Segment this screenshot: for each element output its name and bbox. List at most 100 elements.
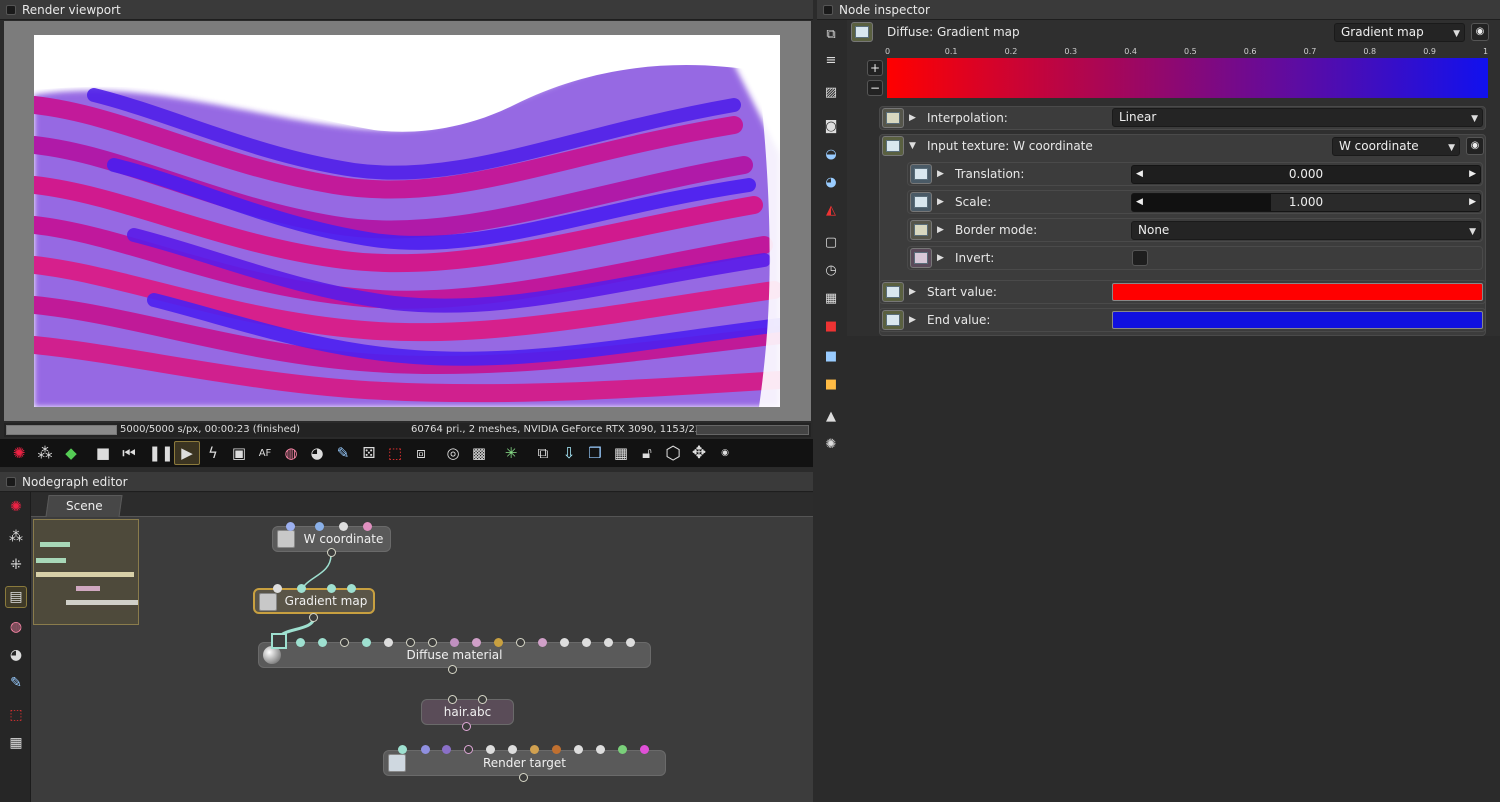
input-port[interactable] — [560, 638, 569, 647]
input-port[interactable] — [428, 638, 437, 647]
viewport-scrollbar[interactable] — [696, 425, 809, 435]
frame-icon[interactable]: ▢ — [821, 232, 841, 252]
checker-icon[interactable]: ▦ — [608, 441, 634, 465]
input-port[interactable] — [442, 745, 451, 754]
expand-arrow-icon[interactable]: ▶ — [909, 113, 919, 123]
input-port[interactable] — [340, 638, 349, 647]
connected-input-port[interactable] — [271, 633, 287, 649]
download-icon[interactable]: ⇩ — [556, 441, 582, 465]
cubes-icon[interactable]: ❒ — [582, 441, 608, 465]
stack-icon[interactable]: ⧉ — [530, 441, 556, 465]
spinner-icon[interactable]: ✳ — [498, 441, 524, 465]
play-icon[interactable]: ▶ — [174, 441, 200, 465]
render-icon[interactable]: ✺ — [6, 441, 32, 465]
dice-icon[interactable]: ⚄ — [356, 441, 382, 465]
sphere-env-icon[interactable]: ◕ — [821, 172, 841, 192]
input-port[interactable] — [450, 638, 459, 647]
lightning-icon[interactable]: ϟ — [200, 441, 226, 465]
square-icon[interactable]: ▩ — [466, 441, 492, 465]
af-icon[interactable]: AF — [252, 441, 278, 465]
region-node-icon[interactable]: ⬚ — [5, 704, 27, 726]
eye-icon[interactable]: ◉ — [1471, 23, 1489, 41]
input-port[interactable] — [486, 745, 495, 754]
invert-checkbox[interactable] — [1132, 250, 1148, 266]
texture-pin-icon[interactable] — [882, 282, 904, 302]
output-port[interactable] — [309, 613, 318, 622]
monitor-icon[interactable]: ▣ — [226, 441, 252, 465]
box-icon[interactable]: ⧈ — [408, 441, 434, 465]
border-mode-select[interactable]: None ▼ — [1131, 221, 1481, 240]
input-port[interactable] — [640, 745, 649, 754]
transform-pin-icon[interactable] — [910, 164, 932, 184]
sphere-icon[interactable]: ◕ — [304, 441, 330, 465]
node-pin-icon[interactable] — [851, 22, 873, 42]
cube-color-icon[interactable]: ◆ — [58, 441, 84, 465]
translation-slider[interactable]: ◀ 0.000 ▶ — [1131, 165, 1481, 184]
input-port[interactable] — [472, 638, 481, 647]
layers-icon[interactable]: ⧉ — [821, 24, 841, 44]
input-port[interactable] — [618, 745, 627, 754]
clock-icon[interactable]: ◷ — [821, 260, 841, 280]
panel-menu-icon[interactable] — [6, 476, 16, 487]
stop-icon[interactable]: ■ — [90, 441, 116, 465]
grid-node-icon[interactable]: ▦ — [5, 732, 27, 754]
input-port[interactable] — [574, 745, 583, 754]
input-port[interactable] — [315, 522, 324, 531]
list-icon[interactable]: ≡ — [821, 50, 841, 70]
environment-icon[interactable]: ◒ — [821, 144, 841, 164]
texture-node-icon[interactable]: ▤ — [5, 586, 27, 608]
nodes-icon[interactable]: ⁂ — [32, 441, 58, 465]
input-port[interactable] — [286, 522, 295, 531]
lock-icon[interactable]: 🔓︎ — [634, 441, 660, 465]
group-nodes-icon[interactable]: ⁂ — [5, 526, 27, 548]
material-icon[interactable]: ◭ — [821, 200, 841, 220]
input-port[interactable] — [538, 638, 547, 647]
input-port[interactable] — [327, 584, 336, 593]
input-port[interactable] — [347, 584, 356, 593]
node-gradient-map[interactable]: Gradient map — [253, 588, 375, 614]
eye-icon[interactable]: ◉ — [1466, 137, 1484, 155]
nodegraph-canvas[interactable]: W coordinate Gradient map Diffuse materi… — [31, 517, 813, 802]
camera-icon[interactable]: ◙ — [821, 116, 841, 136]
cube-outline-icon[interactable]: ⬡ — [660, 441, 686, 465]
input-port[interactable] — [596, 745, 605, 754]
checker-icon[interactable]: ▦ — [821, 288, 841, 308]
viewport-area[interactable] — [4, 21, 811, 421]
color-wheel-icon[interactable]: ◍ — [278, 441, 304, 465]
move-icon[interactable]: ✥ — [686, 441, 712, 465]
input-port[interactable] — [448, 695, 457, 704]
input-port[interactable] — [516, 638, 525, 647]
region-icon[interactable]: ⬚ — [382, 441, 408, 465]
expand-arrow-icon[interactable]: ▶ — [937, 197, 947, 207]
input-port[interactable] — [421, 745, 430, 754]
expand-arrow-icon[interactable]: ▶ — [937, 169, 947, 179]
input-port[interactable] — [464, 745, 473, 754]
render-node-icon[interactable]: ✺ — [5, 496, 27, 518]
bool-pin-icon[interactable] — [910, 248, 932, 268]
collapse-arrow-icon[interactable]: ▼ — [909, 141, 919, 151]
expand-arrow-icon[interactable]: ▶ — [937, 253, 947, 263]
tools-icon[interactable]: ✎ — [330, 441, 356, 465]
texture-pin-icon[interactable] — [882, 136, 904, 156]
input-port[interactable] — [297, 584, 306, 593]
input-port[interactable] — [362, 638, 371, 647]
blue-cube-icon[interactable]: ■ — [821, 346, 841, 366]
tools-node-icon[interactable]: ✎ — [5, 672, 27, 694]
input-port[interactable] — [363, 522, 372, 531]
expand-arrow-icon[interactable]: ▶ — [909, 287, 919, 297]
panel-menu-icon[interactable] — [823, 4, 833, 15]
ungroup-nodes-icon[interactable]: ⁜ — [5, 554, 27, 576]
input-port[interactable] — [626, 638, 635, 647]
input-port[interactable] — [273, 584, 282, 593]
landscape-icon[interactable]: ▲ — [821, 406, 841, 426]
input-port[interactable] — [478, 695, 487, 704]
input-port[interactable] — [384, 638, 393, 647]
node-type-select[interactable]: Gradient map ▼ — [1334, 23, 1465, 42]
panel-menu-icon[interactable] — [6, 4, 16, 15]
end-value-color-swatch[interactable] — [1112, 311, 1483, 329]
input-port[interactable] — [318, 638, 327, 647]
input-port[interactable] — [582, 638, 591, 647]
node-hair-abc[interactable]: hair.abc — [421, 699, 514, 725]
pause-icon[interactable]: ❚❚ — [148, 441, 174, 465]
rewind-icon[interactable]: ⏮ — [116, 441, 142, 465]
